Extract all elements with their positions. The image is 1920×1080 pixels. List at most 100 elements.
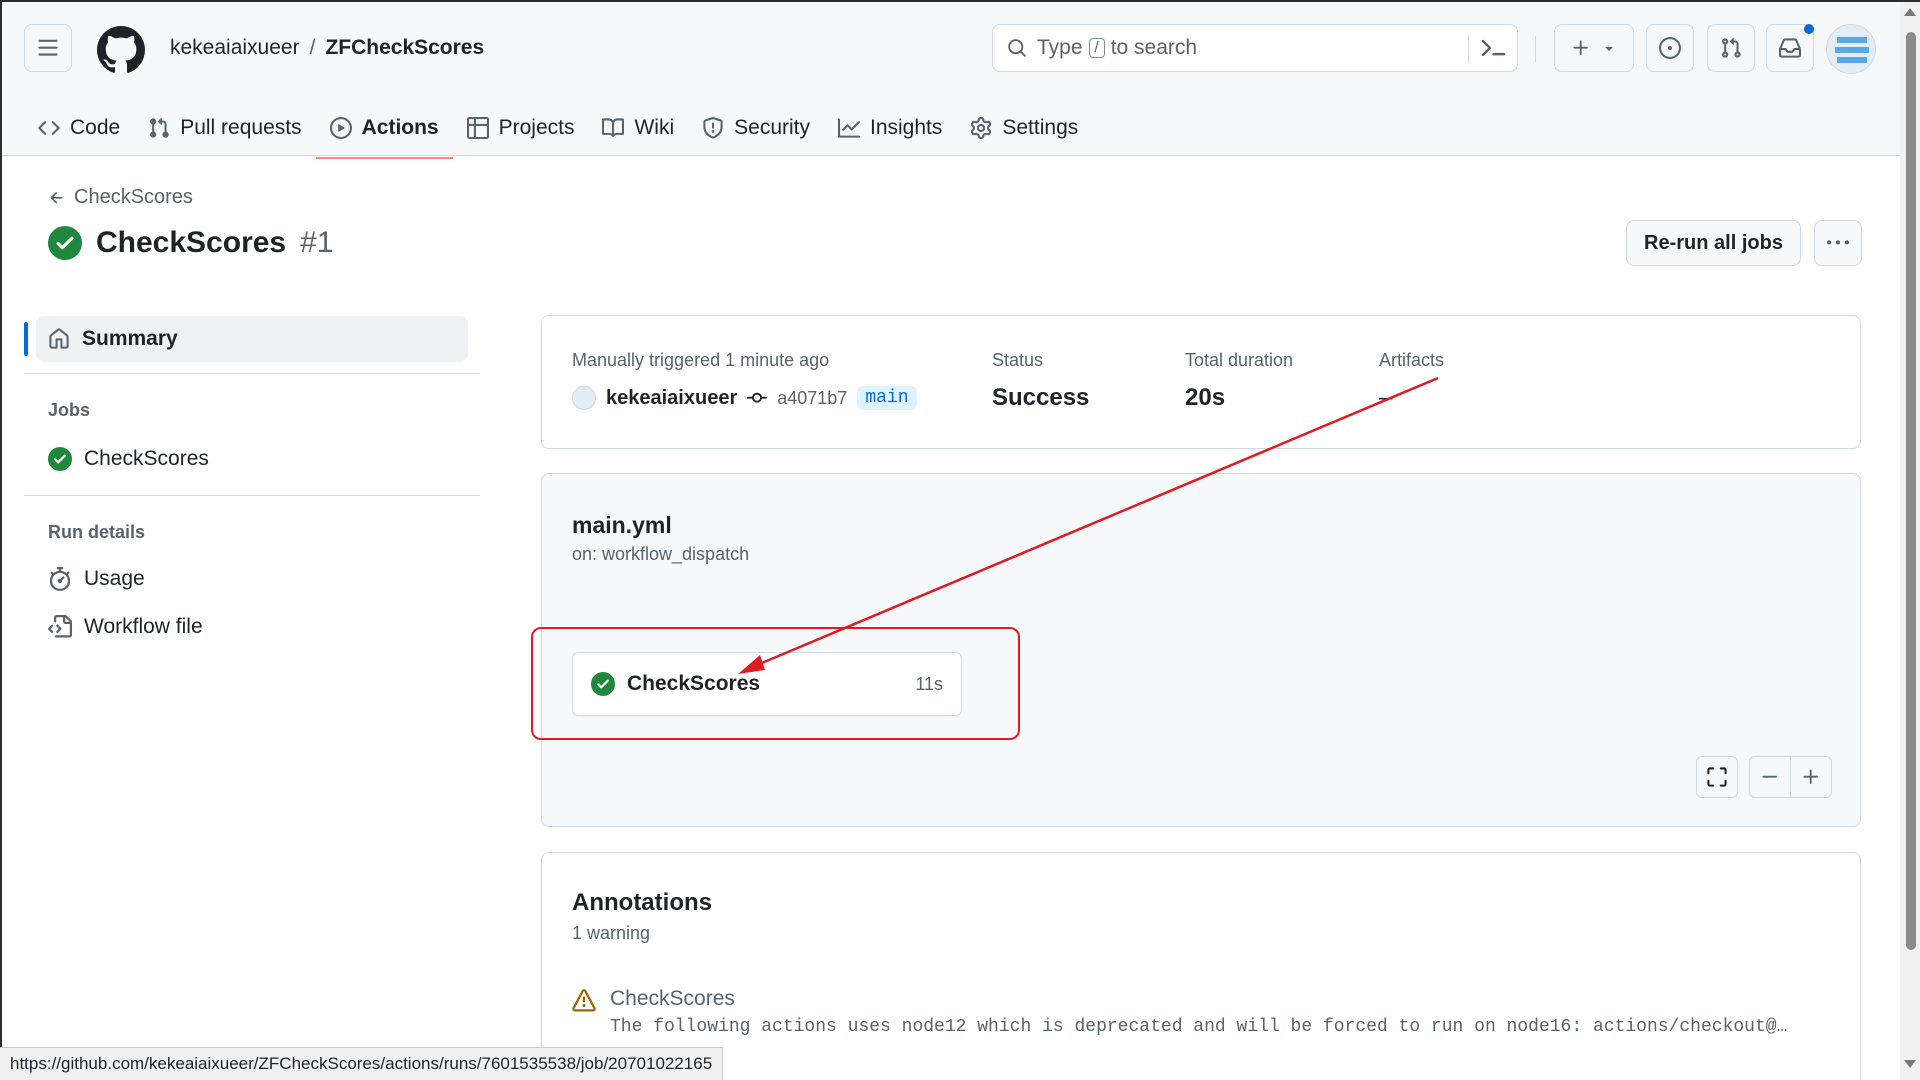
tab-code[interactable]: Code <box>24 98 134 158</box>
repo-header: kekeaiaixueer / ZFCheckScores Type / to se… <box>2 2 1900 159</box>
branch-tag[interactable]: main <box>857 386 917 410</box>
tab-pull-requests[interactable]: Pull requests <box>134 98 315 158</box>
git-pull-request-icon <box>1722 37 1741 58</box>
tab-label: Code <box>70 116 121 139</box>
book-icon <box>602 118 625 137</box>
search-shortcut-key: / <box>1088 38 1105 58</box>
artifacts-value: – <box>1379 384 1393 411</box>
sidebar-item-workflow-file[interactable]: Workflow file <box>48 615 203 639</box>
kebab-horizontal-icon <box>1827 240 1849 245</box>
search-suffix: to search <box>1110 36 1198 59</box>
run-details-heading: Run details <box>48 522 146 542</box>
inbox-icon <box>1779 38 1801 58</box>
trigger-text: Manually triggered 1 minute ago <box>572 350 830 370</box>
tab-security[interactable]: Security <box>688 98 824 158</box>
gear-icon <box>971 117 992 139</box>
rerun-all-jobs-button[interactable]: Re-run all jobs <box>1626 220 1801 266</box>
scroll-down-arrow-icon[interactable] <box>1904 1060 1916 1068</box>
git-pull-request-icon <box>150 117 169 138</box>
run-name: CheckScores <box>96 226 287 259</box>
tab-label: Insights <box>870 116 943 139</box>
plus-icon <box>1803 769 1818 784</box>
annotation-warning: CheckScores The following actions uses n… <box>572 987 1830 1037</box>
github-logo-icon[interactable] <box>96 26 145 74</box>
graph-icon <box>838 118 860 138</box>
artifacts-label: Artifacts <box>1379 350 1445 370</box>
fullscreen-button[interactable] <box>1696 756 1738 798</box>
hamburger-menu-button[interactable] <box>24 24 72 72</box>
more-options-button[interactable] <box>1814 220 1862 266</box>
run-number: #1 <box>300 226 334 259</box>
tab-label: Projects <box>498 116 575 139</box>
header-divider <box>1535 36 1536 62</box>
annotations-count: 1 warning <box>572 923 651 943</box>
actor-link[interactable]: kekeaiaixueer <box>606 387 737 410</box>
run-summary-card: Manually triggered 1 minute ago kekeaiai… <box>541 315 1861 449</box>
code-icon <box>38 121 60 135</box>
repo-owner-link[interactable]: kekeaiaixueer <box>170 36 300 59</box>
jobs-heading: Jobs <box>48 400 91 420</box>
repo-name-link[interactable]: ZFCheckScores <box>325 36 484 59</box>
file-code-icon <box>48 615 72 638</box>
screen-full-icon <box>1707 767 1727 787</box>
command-palette-icon[interactable] <box>1481 35 1507 61</box>
check-circle-fill-icon <box>48 226 82 260</box>
sidebar-item-usage[interactable]: Usage <box>48 567 145 591</box>
zoom-out-button[interactable] <box>1749 756 1791 798</box>
tab-projects[interactable]: Projects <box>453 98 589 158</box>
play-icon <box>329 117 352 139</box>
triangle-down-icon <box>1605 47 1613 51</box>
highlight-box <box>531 627 1020 740</box>
arrow-left-icon <box>50 191 63 203</box>
annotations-title: Annotations <box>572 889 712 916</box>
duration-label: Total duration <box>1185 350 1294 370</box>
tab-label: Actions <box>361 116 439 139</box>
sidebar-item-label: Summary <box>82 327 178 350</box>
back-to-workflow-link[interactable]: CheckScores <box>48 186 193 209</box>
plus-icon <box>1573 40 1588 55</box>
back-link-label: CheckScores <box>74 186 193 208</box>
issues-button[interactable] <box>1646 24 1694 72</box>
table-icon <box>466 117 489 139</box>
commit-sha-link[interactable]: a4071b7 <box>777 388 847 409</box>
tab-insights[interactable]: Insights <box>824 98 956 158</box>
issue-opened-icon <box>1659 37 1681 59</box>
sidebar-divider <box>24 373 480 374</box>
actor-avatar[interactable] <box>572 386 596 410</box>
tab-settings[interactable]: Settings <box>956 98 1092 158</box>
check-circle-fill-icon <box>48 447 72 471</box>
home-icon <box>49 328 69 349</box>
search-input[interactable]: Type / to search <box>992 24 1518 72</box>
scroll-up-arrow-icon[interactable] <box>1904 8 1916 16</box>
tab-actions[interactable]: Actions <box>315 98 453 159</box>
annotations-card: Annotations 1 warning CheckScores The fo… <box>541 852 1861 1080</box>
repo-nav-tabs: Code Pull requests Actions Projects Wiki… <box>4 98 1092 159</box>
sidebar-item-label: CheckScores <box>84 447 209 470</box>
status-value: Success <box>992 384 1090 411</box>
warning-source-link[interactable]: CheckScores <box>610 987 1830 1011</box>
tab-wiki[interactable]: Wiki <box>588 98 688 158</box>
path-separator: / <box>309 36 316 59</box>
trigger-details: kekeaiaixueer a4071b7 main <box>572 386 917 410</box>
notification-indicator <box>1804 24 1814 34</box>
sidebar-item-label: Workflow file <box>84 615 203 638</box>
pull-requests-button[interactable] <box>1707 24 1755 72</box>
workflow-trigger: on: workflow_dispatch <box>572 544 750 564</box>
create-new-button[interactable] <box>1554 24 1634 72</box>
active-item-marker <box>24 322 28 356</box>
zoom-in-button[interactable] <box>1790 756 1832 798</box>
workflow-file-name: main.yml <box>572 512 672 538</box>
sidebar-divider <box>24 495 480 496</box>
user-avatar[interactable] <box>1826 24 1876 74</box>
warning-message: The following actions uses node12 which … <box>610 1017 1788 1037</box>
tab-label: Security <box>734 116 810 139</box>
scrollbar-thumb[interactable] <box>1906 32 1916 950</box>
shield-icon <box>703 117 723 139</box>
sidebar-item-job-checkscores[interactable]: CheckScores <box>48 447 209 471</box>
stopwatch-icon <box>49 567 71 591</box>
sidebar-item-summary[interactable]: Summary <box>36 316 468 362</box>
run-title: CheckScores #1 <box>48 226 333 260</box>
search-divider <box>1468 35 1469 63</box>
dash-icon <box>1762 775 1777 778</box>
status-label: Status <box>992 350 1044 370</box>
